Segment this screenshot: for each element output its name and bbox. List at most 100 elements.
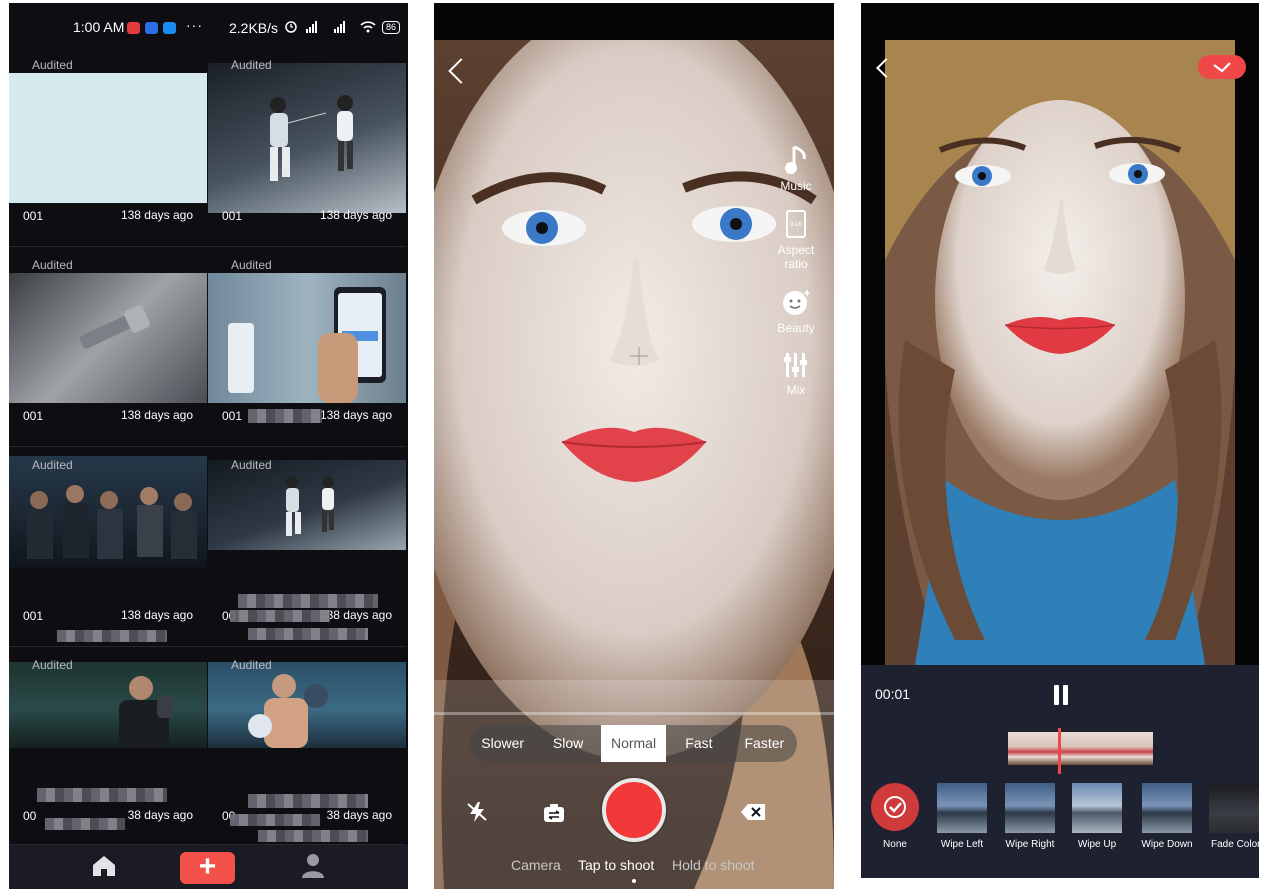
blurred-text	[248, 409, 322, 423]
audited-label: Audited	[231, 658, 272, 672]
blurred-text	[37, 788, 167, 802]
timeline-frame	[1008, 732, 1057, 765]
check-icon	[1213, 62, 1231, 73]
blurred-text	[45, 818, 125, 830]
status-bar: 1:00 AM ··· 2.2KB/s 86	[9, 3, 408, 48]
video-number: 001	[23, 209, 44, 223]
speed-faster[interactable]: Faster	[732, 725, 797, 762]
timeline-frame	[1104, 732, 1153, 765]
transition-thumbnail	[1142, 783, 1192, 833]
video-thumbnail[interactable]	[208, 460, 406, 550]
camera-tools: Music 9:16 Aspect ratio Beauty Mix	[772, 145, 820, 413]
notification-app-icon	[145, 22, 158, 34]
video-card[interactable]: Audited 00 38 days ago	[208, 448, 406, 647]
alarm-icon	[284, 19, 298, 36]
flip-camera-icon[interactable]	[543, 803, 565, 828]
video-age: 38 days ago	[326, 808, 392, 822]
blurred-text	[258, 830, 368, 842]
record-progress-bar	[434, 712, 834, 715]
delete-clip-icon[interactable]	[740, 803, 766, 826]
blurred-text	[230, 814, 320, 826]
video-card[interactable]: Audited 00 38 days ago	[208, 648, 406, 845]
transition-label: Wipe Right	[1005, 839, 1055, 850]
timeline-playhead[interactable]	[1058, 728, 1061, 774]
home-icon[interactable]	[91, 852, 117, 884]
camera-screen: Music 9:16 Aspect ratio Beauty Mix Slowe…	[434, 3, 834, 889]
transition-wipe-right[interactable]: Wipe Right	[1004, 783, 1056, 850]
transition-fade-color[interactable]: Fade Color	[1209, 783, 1259, 850]
video-card[interactable]: Audited 001 138 days ago	[9, 448, 207, 647]
video-age: 138 days ago	[319, 208, 392, 222]
video-thumbnail[interactable]	[208, 63, 406, 213]
speed-fast[interactable]: Fast	[666, 725, 731, 762]
mode-camera[interactable]: Camera	[511, 857, 561, 873]
pause-icon[interactable]	[1051, 685, 1071, 705]
transition-list: None Wipe Left Wipe Right Wipe Up Wipe D…	[861, 783, 1259, 863]
transition-none[interactable]: None	[869, 783, 921, 850]
mix-button[interactable]: Mix	[772, 351, 820, 397]
blurred-text	[248, 628, 368, 640]
audited-label: Audited	[32, 658, 73, 672]
blurred-text	[238, 594, 378, 608]
wifi-icon	[360, 20, 376, 36]
signal-icon	[304, 20, 326, 36]
transition-thumbnail	[1005, 783, 1055, 833]
music-note-icon	[785, 145, 806, 174]
timeline-frame	[1056, 732, 1105, 765]
transition-wipe-down[interactable]: Wipe Down	[1141, 783, 1193, 850]
active-mode-indicator	[632, 879, 636, 883]
timeline-filmstrip[interactable]	[1008, 732, 1153, 765]
audited-label: Audited	[231, 58, 272, 72]
mix-label: Mix	[786, 383, 806, 397]
beauty-face-icon	[783, 289, 811, 315]
video-card[interactable]: Audited 001 138 days ago	[208, 48, 406, 247]
video-number: 001	[222, 209, 243, 223]
mode-hold-to-shoot[interactable]: Hold to shoot	[672, 857, 755, 873]
transition-label: None	[883, 839, 907, 850]
beauty-label: Beauty	[777, 321, 815, 335]
audited-label: Audited	[32, 258, 73, 272]
video-age: 138 days ago	[120, 608, 193, 622]
video-card[interactable]: Audited 001 138 days ago	[9, 48, 207, 247]
transition-label: Wipe Up	[1077, 839, 1117, 850]
video-card[interactable]: Audited 001 138 days ago	[9, 248, 207, 447]
video-card[interactable]: Audited 001 138 days ago	[208, 248, 406, 447]
transition-none-selected	[871, 783, 919, 831]
flash-off-icon[interactable]	[466, 801, 488, 828]
speed-slower[interactable]: Slower	[470, 725, 535, 762]
speed-slow[interactable]: Slow	[535, 725, 600, 762]
transition-wipe-up[interactable]: Wipe Up	[1071, 783, 1123, 850]
transition-label: Fade Color	[1211, 839, 1259, 850]
video-number: 001	[222, 409, 243, 423]
aspect-ratio-icon: 9:16	[786, 210, 806, 238]
blurred-text	[230, 610, 330, 622]
add-video-button[interactable]: +	[180, 852, 235, 884]
video-number: 00	[23, 809, 37, 823]
video-card[interactable]: Audited 00 38 days ago	[9, 648, 207, 845]
video-thumbnail[interactable]	[9, 273, 207, 403]
music-button[interactable]: Music	[772, 145, 820, 193]
camera-top-bar	[434, 3, 834, 40]
transition-label: Wipe Down	[1141, 839, 1193, 850]
video-thumbnail[interactable]	[208, 273, 406, 403]
record-shutter-button[interactable]	[602, 778, 666, 842]
speed-normal[interactable]: Normal	[600, 725, 667, 762]
music-label: Music	[780, 179, 812, 193]
video-thumbnail[interactable]	[9, 456, 207, 569]
video-thumbnail[interactable]	[9, 73, 207, 203]
audited-label: Audited	[32, 58, 73, 72]
video-thumbnail[interactable]	[9, 662, 207, 748]
notification-app-icon	[163, 22, 176, 34]
video-preview[interactable]	[885, 40, 1235, 665]
confirm-button[interactable]	[1198, 55, 1246, 79]
face-video-frame	[885, 40, 1235, 665]
profile-icon[interactable]	[301, 852, 325, 884]
mode-tap-to-shoot[interactable]: Tap to shoot	[578, 857, 654, 873]
aspect-ratio-button[interactable]: 9:16 Aspect ratio	[772, 209, 820, 271]
video-thumbnail[interactable]	[208, 662, 406, 748]
video-age: 38 days ago	[127, 808, 193, 822]
gallery-screen: 1:00 AM ··· 2.2KB/s 86 Audited 001 138 d…	[9, 3, 408, 889]
beauty-button[interactable]: Beauty	[772, 287, 820, 335]
status-right: 2.2KB/s 86	[229, 19, 401, 36]
transition-wipe-left[interactable]: Wipe Left	[936, 783, 988, 850]
